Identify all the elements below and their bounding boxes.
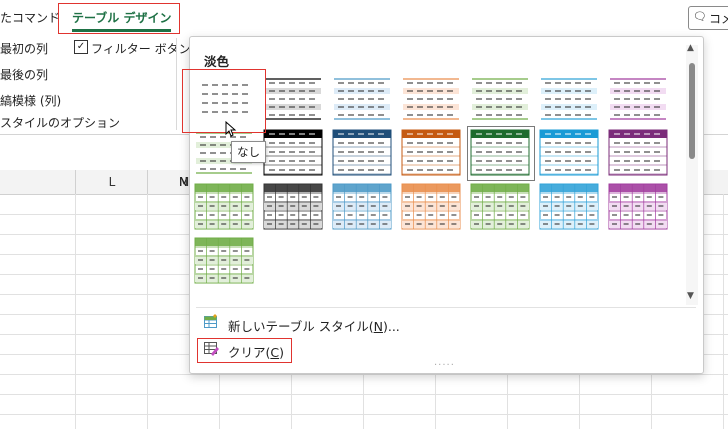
clear-text: クリア( — [228, 345, 271, 360]
grid-row-line — [0, 374, 728, 375]
style-tile[interactable] — [401, 183, 461, 230]
new-style-text: 新しいテーブル スタイル( — [228, 319, 374, 334]
new-style-key: N — [373, 319, 383, 334]
options-group-label: スタイルのオプション — [0, 116, 121, 130]
ribbon-separator — [176, 38, 177, 130]
gallery-scrollbar[interactable]: ▲ ▼ — [686, 43, 698, 305]
clear-item[interactable]: クリア(C) — [200, 340, 288, 360]
style-tile[interactable] — [263, 75, 323, 122]
comments-button[interactable]: 🗨 コメ — [688, 6, 728, 30]
style-tile[interactable] — [194, 237, 254, 284]
style-tile[interactable] — [608, 183, 668, 230]
style-tile[interactable] — [470, 75, 530, 122]
style-tile[interactable] — [608, 75, 668, 122]
column-header-k[interactable] — [0, 170, 75, 195]
clear-key: C — [270, 345, 280, 360]
new-table-style-icon — [204, 314, 219, 329]
tab-table-design[interactable]: テーブル デザイン — [72, 9, 172, 32]
tooltip: なし — [231, 141, 266, 163]
style-tile[interactable] — [539, 129, 599, 176]
scroll-up-icon[interactable]: ▲ — [687, 43, 694, 53]
style-tile[interactable] — [539, 183, 599, 230]
style-tile[interactable] — [332, 183, 392, 230]
clear-icon — [204, 341, 219, 356]
none-style-highlight — [182, 69, 266, 133]
style-tile[interactable] — [401, 75, 461, 122]
banded-columns-option[interactable]: 縞模様 (列) — [0, 92, 61, 109]
style-tile[interactable] — [470, 183, 530, 230]
new-table-style-item[interactable]: 新しいテーブル スタイル(N)... — [200, 313, 400, 335]
ribbon-tab-bar: たコマンド テーブル デザイン 🗨 コメ — [0, 0, 728, 34]
comments-label: コメ — [709, 12, 728, 26]
clear-tail: ) — [279, 345, 285, 360]
grid-row-line — [0, 394, 728, 395]
scroll-down-icon[interactable]: ▼ — [687, 291, 694, 301]
grid-row-line — [0, 414, 728, 415]
first-column-option[interactable]: 最初の列 — [0, 40, 48, 57]
style-tile[interactable] — [608, 129, 668, 176]
filter-button-checkbox[interactable]: ✓ — [74, 40, 88, 54]
style-tile[interactable] — [263, 129, 323, 176]
selected-tile-outline — [467, 126, 535, 181]
scroll-thumb[interactable] — [689, 63, 695, 159]
resize-grip[interactable]: ..... — [434, 357, 455, 368]
tab-prev[interactable]: たコマンド — [0, 9, 60, 26]
column-header-l[interactable]: L — [75, 170, 148, 195]
menu-separator — [196, 307, 696, 308]
style-tile[interactable] — [401, 129, 461, 176]
new-style-tail: )... — [382, 319, 400, 334]
style-tile[interactable] — [332, 129, 392, 176]
new-table-style-label: 新しいテーブル スタイル(N)... — [228, 316, 400, 335]
style-tile[interactable] — [539, 75, 599, 122]
comment-icon: 🗨 — [693, 10, 707, 23]
last-column-option[interactable]: 最後の列 — [0, 66, 48, 83]
clear-label: クリア(C) — [228, 342, 284, 361]
table-style-gallery: 淡色 ▲ ▼ 新しいテーブル スタイル(N)... クリア(C) ..... — [182, 36, 704, 374]
column-header-n-label: N — [179, 175, 188, 189]
style-tile[interactable] — [263, 183, 323, 230]
mouse-cursor-icon — [225, 120, 237, 137]
style-tile[interactable] — [194, 183, 254, 230]
style-tile[interactable] — [332, 75, 392, 122]
